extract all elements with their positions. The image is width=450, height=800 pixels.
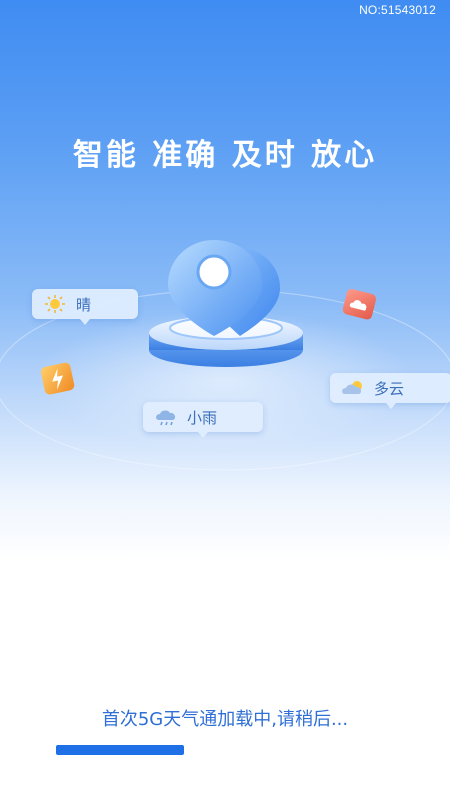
weather-tag-sunny: 晴 [32, 289, 138, 325]
weather-tag-label: 小雨 [187, 408, 218, 427]
sun-icon [45, 295, 65, 313]
weather-tag-light-rain: 小雨 [143, 402, 263, 438]
weather-tag-label: 晴 [76, 295, 92, 314]
weather-tag-label: 多云 [374, 379, 405, 398]
hero-illustration [0, 240, 450, 471]
partly-cloudy-icon [342, 381, 362, 394]
rain-cloud-icon [156, 410, 176, 426]
loading-progress-bar [56, 745, 392, 755]
weather-tag-cloudy: 多云 [330, 373, 450, 409]
loading-progress-fill [56, 745, 184, 755]
loading-message: 首次5G天气通加载中,请稍后... [101, 709, 349, 730]
splash-screen: NO:51543012 智能 准确 及时 放心 晴 小雨 多云 首次5G天气通加… [0, 0, 450, 800]
